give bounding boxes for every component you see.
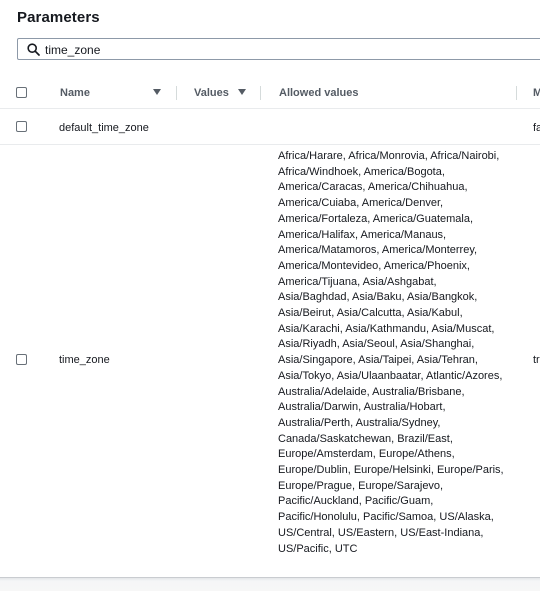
parameter-name: default_time_zone bbox=[59, 122, 149, 134]
column-divider[interactable] bbox=[260, 86, 261, 100]
table-row[interactable]: time_zone Africa/Harare, Africa/Monrovia… bbox=[0, 145, 540, 577]
parameter-name: time_zone bbox=[59, 354, 110, 366]
row-checkbox[interactable] bbox=[16, 354, 27, 365]
search-input[interactable]: time_zone bbox=[17, 38, 540, 60]
allowed-values: Africa/Harare, Africa/Monrovia, Africa/N… bbox=[278, 150, 504, 555]
panel-bottom-edge bbox=[0, 577, 540, 591]
parameters-panel: Parameters time_zone Name Values Allowed… bbox=[0, 0, 540, 578]
column-header-name[interactable]: Name bbox=[60, 87, 90, 99]
modifiable-value: fa bbox=[533, 122, 540, 134]
column-header-values[interactable]: Values bbox=[194, 87, 229, 99]
modifiable-value: tr bbox=[533, 354, 540, 366]
column-header-allowed-values[interactable]: Allowed values bbox=[279, 87, 358, 99]
table-row[interactable]: default_time_zone fa bbox=[0, 110, 540, 145]
column-divider[interactable] bbox=[176, 86, 177, 100]
row-checkbox[interactable] bbox=[16, 121, 27, 132]
table-header: Name Values Allowed values M bbox=[0, 79, 540, 109]
select-all-checkbox[interactable] bbox=[16, 87, 27, 98]
caret-down-icon[interactable] bbox=[153, 89, 161, 95]
search-value: time_zone bbox=[45, 43, 101, 57]
panel-title: Parameters bbox=[17, 9, 100, 26]
caret-down-icon[interactable] bbox=[238, 89, 246, 95]
search-icon bbox=[27, 43, 40, 56]
column-divider[interactable] bbox=[516, 86, 517, 100]
column-header-modifiable[interactable]: M bbox=[533, 87, 540, 99]
